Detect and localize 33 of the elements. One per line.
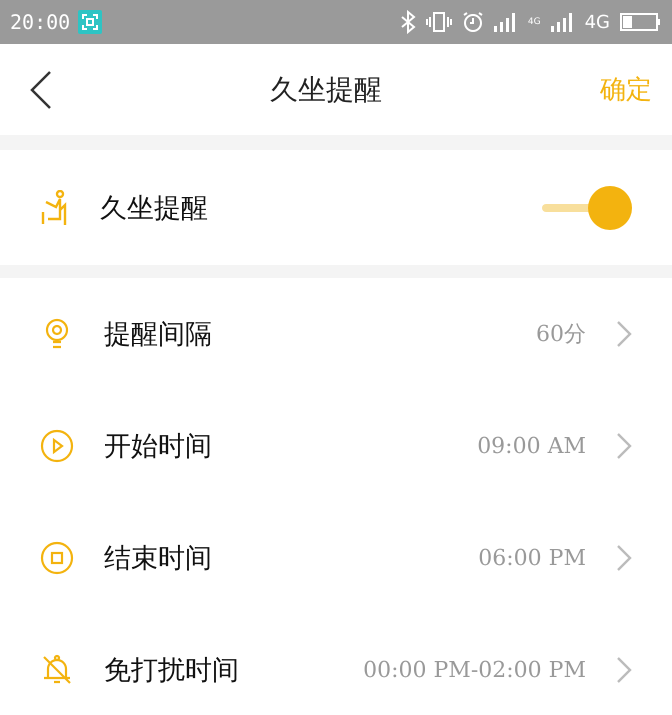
setting-label: 免打扰时间 <box>104 654 240 688</box>
network-type: 4G <box>528 17 541 27</box>
network-type: 4G <box>584 12 610 32</box>
battery-icon <box>620 12 662 32</box>
setting-value: 00:00 PM-02:00 PM <box>363 658 586 682</box>
setting-row[interactable]: 开始时间 09:00 AM <box>0 390 672 502</box>
chevron-right-icon <box>616 656 632 684</box>
stop-icon <box>40 541 74 575</box>
setting-value: 09:00 AM <box>477 434 586 458</box>
setting-label: 提醒间隔 <box>104 318 213 352</box>
back-button[interactable] <box>30 70 52 110</box>
setting-label: 结束时间 <box>104 542 213 576</box>
alarm-icon <box>462 11 484 33</box>
signal-icon <box>494 12 518 32</box>
chevron-right-icon <box>616 544 632 572</box>
screenshot-icon <box>78 10 102 34</box>
setting-row[interactable]: 提醒间隔 60分 <box>0 278 672 390</box>
setting-row[interactable]: 结束时间 06:00 PM <box>0 502 672 614</box>
setting-row[interactable]: 免打扰时间 00:00 PM-02:00 PM <box>0 614 672 715</box>
page-title: 久坐提醒 <box>269 72 383 108</box>
back-icon <box>30 70 52 110</box>
setting-label: 开始时间 <box>104 430 213 464</box>
chevron-right-icon <box>616 320 632 348</box>
setting-value: 60分 <box>536 321 586 349</box>
bluetooth-icon <box>400 10 416 34</box>
chevron-right-icon <box>616 432 632 460</box>
status-time: 20:00 <box>10 10 70 34</box>
reminder-toggle[interactable] <box>542 186 632 230</box>
vibrate-icon <box>426 11 452 33</box>
reminder-label: 久坐提醒 <box>100 192 209 226</box>
signal-icon <box>550 12 575 32</box>
play-icon <box>40 429 74 463</box>
setting-value: 06:00 PM <box>478 546 586 570</box>
